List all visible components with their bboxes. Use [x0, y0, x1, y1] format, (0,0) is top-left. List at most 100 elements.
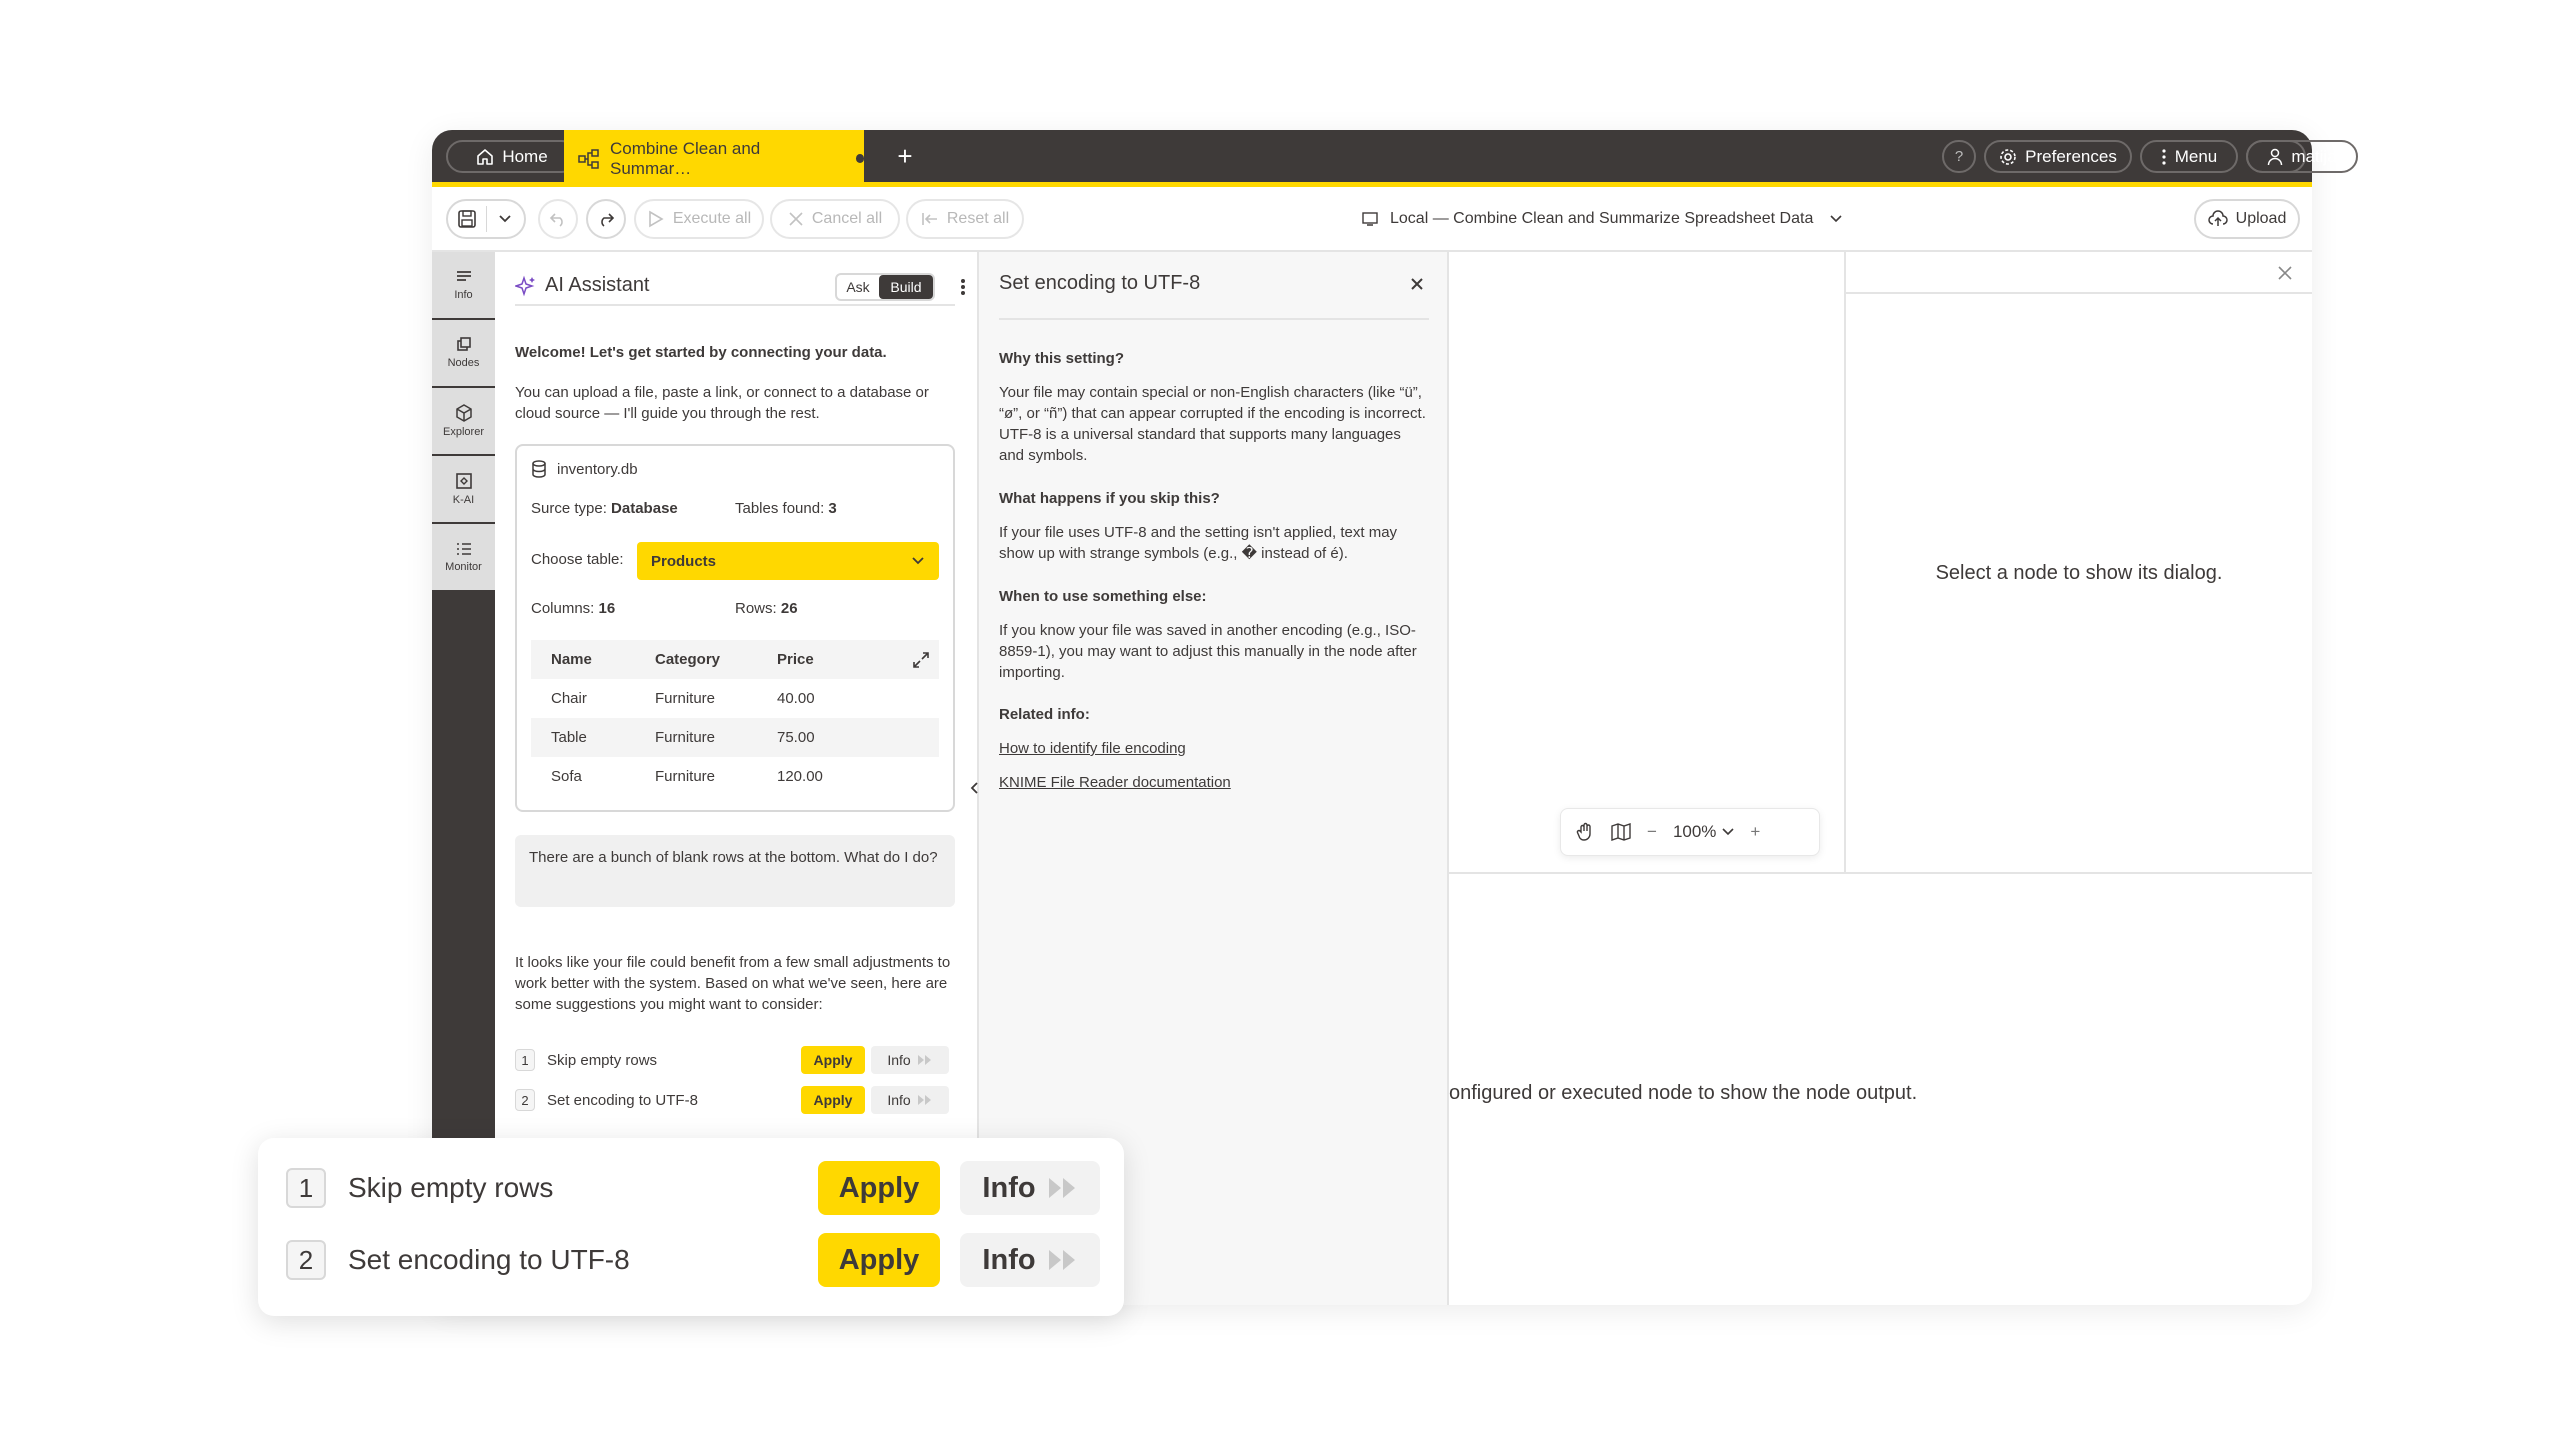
welcome-message: Welcome! Let's get started by connecting…	[515, 344, 887, 361]
assistant-response: It looks like your file could benefit fr…	[515, 954, 951, 1013]
user-button[interactable]: matija	[2246, 140, 2358, 173]
table-row: Sofa Furniture 120.00	[531, 757, 939, 796]
upload-label: Upload	[2235, 210, 2287, 227]
section-heading: What happens if you skip this?	[999, 490, 1220, 507]
node-dialog-area: Select a node to show its dialog.	[1846, 252, 2312, 872]
chevron-down-icon	[1829, 214, 1843, 224]
redo-icon	[597, 211, 615, 227]
play-icon	[647, 210, 665, 228]
database-icon	[531, 460, 547, 478]
related-link[interactable]: KNIME File Reader documentation	[999, 774, 1231, 791]
tab-home[interactable]: Home	[446, 140, 578, 173]
monitor-icon	[455, 541, 473, 557]
workflow-breadcrumb[interactable]: Local — Combine Clean and Summarize Spre…	[1362, 199, 1843, 239]
save-options-button[interactable]	[486, 201, 524, 237]
table-row: Chair Furniture 40.00	[531, 679, 939, 718]
table-cell: Furniture	[655, 729, 716, 746]
info-button[interactable]: Info	[871, 1086, 949, 1114]
info-button[interactable]: Info	[960, 1161, 1100, 1215]
tab-workflow[interactable]: Combine Clean and Summar…	[564, 130, 864, 187]
rail-item-nodes[interactable]: Nodes	[432, 320, 495, 386]
file-name-label: inventory.db	[557, 460, 638, 478]
apply-button[interactable]: Apply	[801, 1046, 865, 1074]
source-type-value: Database	[611, 500, 678, 517]
suggestion-number: 2	[515, 1089, 535, 1111]
zoom-in-button[interactable]: +	[1750, 822, 1760, 842]
user-icon	[2267, 148, 2283, 166]
upload-button[interactable]: Upload	[2194, 199, 2300, 239]
suggestion-text: Skip empty rows	[547, 1051, 658, 1069]
rail-item-explorer[interactable]: Explorer	[432, 388, 495, 454]
rail-item-monitor[interactable]: Monitor	[432, 524, 495, 590]
execute-all-button[interactable]: Execute all	[634, 199, 764, 239]
chevron-down-icon	[498, 214, 512, 224]
redo-button[interactable]	[586, 199, 626, 239]
divider	[999, 318, 1429, 320]
ai-title: AI Assistant	[545, 274, 650, 296]
section-heading: Related info:	[999, 706, 1090, 723]
info-button[interactable]: Info	[960, 1233, 1100, 1287]
info-label: Info	[982, 1243, 1036, 1276]
mode-ask[interactable]: Ask	[837, 279, 879, 295]
help-button[interactable]: ?	[1942, 140, 1976, 173]
rail-item-label: Nodes	[447, 357, 480, 369]
preferences-button[interactable]: Preferences	[1984, 140, 2132, 173]
section-heading: Why this setting?	[999, 350, 1124, 367]
suggestion-number: 1	[515, 1049, 535, 1071]
reset-all-button[interactable]: Reset all	[906, 199, 1024, 239]
sparkle-icon	[515, 275, 537, 297]
add-tab-button[interactable]: +	[890, 141, 920, 171]
table-cell: Furniture	[655, 768, 716, 785]
related-link[interactable]: How to identify file encoding	[999, 740, 1186, 757]
suggestions-zoom-callout: 1 Skip empty rows Apply Info 2 Set encod…	[258, 1138, 1124, 1316]
info-button[interactable]: Info	[871, 1046, 949, 1074]
expand-icon[interactable]	[911, 650, 931, 670]
suggestion-item: 1 Skip empty rows Apply Info	[515, 1046, 955, 1074]
hand-icon[interactable]	[1575, 822, 1595, 842]
cancel-all-button[interactable]: Cancel all	[770, 199, 900, 239]
undo-button[interactable]	[538, 199, 578, 239]
node-output-area: onfigured or executed node to show the n…	[1449, 872, 2312, 1305]
table-cell: Table	[551, 729, 587, 746]
tab-workflow-label: Combine Clean and Summar…	[610, 138, 761, 178]
apply-button[interactable]: Apply	[801, 1086, 865, 1114]
zoom-out-button[interactable]: −	[1647, 822, 1657, 842]
rail-item-info[interactable]: Info	[432, 252, 495, 318]
chevron-left-icon[interactable]	[968, 780, 982, 796]
ai-menu-icon[interactable]	[955, 276, 971, 298]
columns-label: Columns:	[531, 600, 595, 617]
zoom-level[interactable]: 100%	[1673, 822, 1734, 842]
cancel-all-label: Cancel all	[811, 210, 883, 227]
close-icon[interactable]	[2276, 264, 2294, 282]
close-icon	[788, 211, 804, 227]
double-chevron-icon	[917, 1054, 933, 1066]
save-button[interactable]	[448, 201, 486, 237]
workflow-canvas[interactable]	[1449, 252, 1846, 872]
suggestion-item: 1 Skip empty rows Apply Info	[286, 1160, 1102, 1216]
cloud-upload-icon	[2207, 210, 2228, 228]
file-name: inventory.db	[531, 460, 638, 478]
rows-value: 26	[780, 600, 798, 617]
table-cell: 75.00	[777, 729, 815, 746]
choose-table-label: Choose table:	[531, 551, 624, 568]
table-select[interactable]: Products	[637, 542, 939, 580]
close-icon[interactable]	[1409, 276, 1425, 292]
column-header: Category	[655, 651, 721, 668]
rows-label: Rows:	[735, 600, 777, 617]
map-icon[interactable]	[1611, 823, 1631, 841]
mode-build[interactable]: Build	[879, 275, 933, 299]
menu-button[interactable]: Menu	[2140, 140, 2238, 173]
workflow-title: Local — Combine Clean and Summarize Spre…	[1390, 210, 1814, 227]
chevron-down-icon	[911, 556, 925, 566]
toolbar: Execute all Cancel all Reset all Local —…	[432, 187, 2312, 252]
info-label: Info	[887, 1052, 911, 1068]
apply-button[interactable]: Apply	[818, 1161, 940, 1215]
table-cell: 120.00	[777, 768, 823, 785]
floppy-icon	[457, 209, 477, 229]
section-text: If you know your file was saved in anoth…	[999, 622, 1417, 681]
gear-icon	[1999, 148, 2017, 166]
apply-button[interactable]: Apply	[818, 1233, 940, 1287]
table-cell: Sofa	[551, 768, 582, 785]
rail-item-k-ai[interactable]: K-AI	[432, 456, 495, 522]
table-cell: Chair	[551, 690, 587, 707]
